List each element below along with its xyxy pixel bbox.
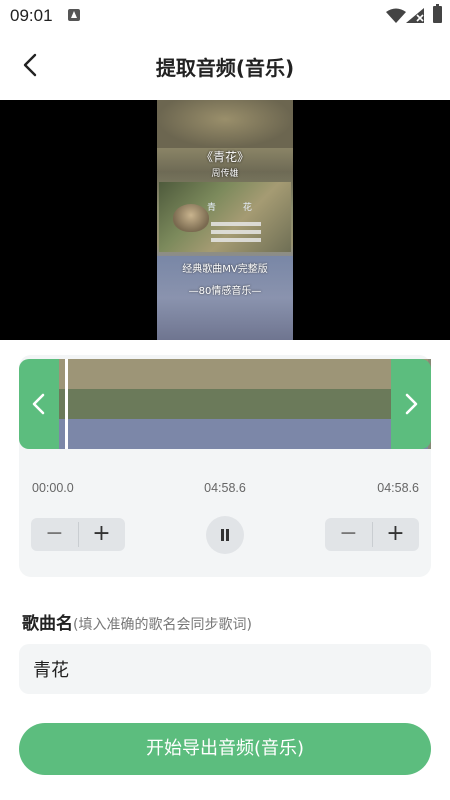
film-frame	[182, 359, 223, 449]
video-artist: 周传雄	[211, 169, 239, 179]
start-time-stepper: − +	[31, 518, 125, 551]
current-time: 04:58.6	[204, 481, 246, 495]
end-time: 04:58.6	[377, 481, 419, 495]
export-audio-button[interactable]: 开始导出音频(音乐)	[19, 723, 431, 775]
trim-end-handle[interactable]	[391, 359, 431, 449]
pause-icon-bar	[226, 529, 229, 541]
wifi-icon	[386, 8, 406, 23]
playhead[interactable]	[65, 359, 68, 449]
video-inner-title: 青 花	[207, 203, 264, 213]
video-promo-line2: —80情感音乐—	[188, 286, 262, 297]
chevron-right-icon	[405, 393, 418, 415]
trim-card: 00:00.0 04:58.6 04:58.6 − + − +	[19, 355, 431, 577]
signal-icon	[406, 8, 424, 23]
video-promo-line1: 经典歌曲MV完整版	[182, 264, 268, 275]
battery-icon	[433, 4, 442, 23]
film-frame	[141, 359, 182, 449]
video-frame: 《青花》 周传雄 青 花 经典歌曲MV完整版 —80情感音乐—	[157, 100, 293, 340]
pause-button[interactable]	[206, 516, 244, 554]
filmstrip[interactable]	[59, 359, 431, 449]
chevron-left-icon	[32, 393, 45, 415]
status-time: 09:01	[10, 6, 53, 25]
film-frame	[264, 359, 305, 449]
start-minus-button[interactable]: −	[31, 518, 78, 551]
start-plus-button[interactable]: +	[78, 518, 125, 551]
end-minus-button[interactable]: −	[325, 518, 372, 551]
video-top-blur	[157, 100, 293, 148]
song-name-input[interactable]	[19, 644, 431, 694]
video-credit-lines	[211, 222, 261, 246]
cat-image	[173, 204, 209, 232]
status-bar: 09:01	[0, 0, 450, 32]
film-frame	[100, 359, 141, 449]
film-frame	[305, 359, 346, 449]
notification-icon	[68, 9, 80, 21]
video-song-title: 《青花》	[200, 150, 249, 164]
song-name-hint: (填入准确的歌名会同步歌词)	[73, 617, 252, 633]
trim-start-handle[interactable]	[19, 359, 59, 449]
header: 提取音频(音乐)	[0, 40, 450, 92]
film-frame	[223, 359, 264, 449]
film-frame	[346, 359, 387, 449]
song-name-title: 歌曲名	[22, 614, 73, 634]
page-title: 提取音频(音乐)	[155, 56, 295, 80]
video-inner-frame: 青 花	[159, 182, 291, 252]
song-name-label: 歌曲名(填入准确的歌名会同步歌词)	[22, 609, 252, 634]
video-preview[interactable]: 《青花》 周传雄 青 花 经典歌曲MV完整版 —80情感音乐—	[0, 100, 450, 340]
pause-icon	[221, 529, 224, 541]
end-plus-button[interactable]: +	[372, 518, 419, 551]
end-time-stepper: − +	[325, 518, 419, 551]
